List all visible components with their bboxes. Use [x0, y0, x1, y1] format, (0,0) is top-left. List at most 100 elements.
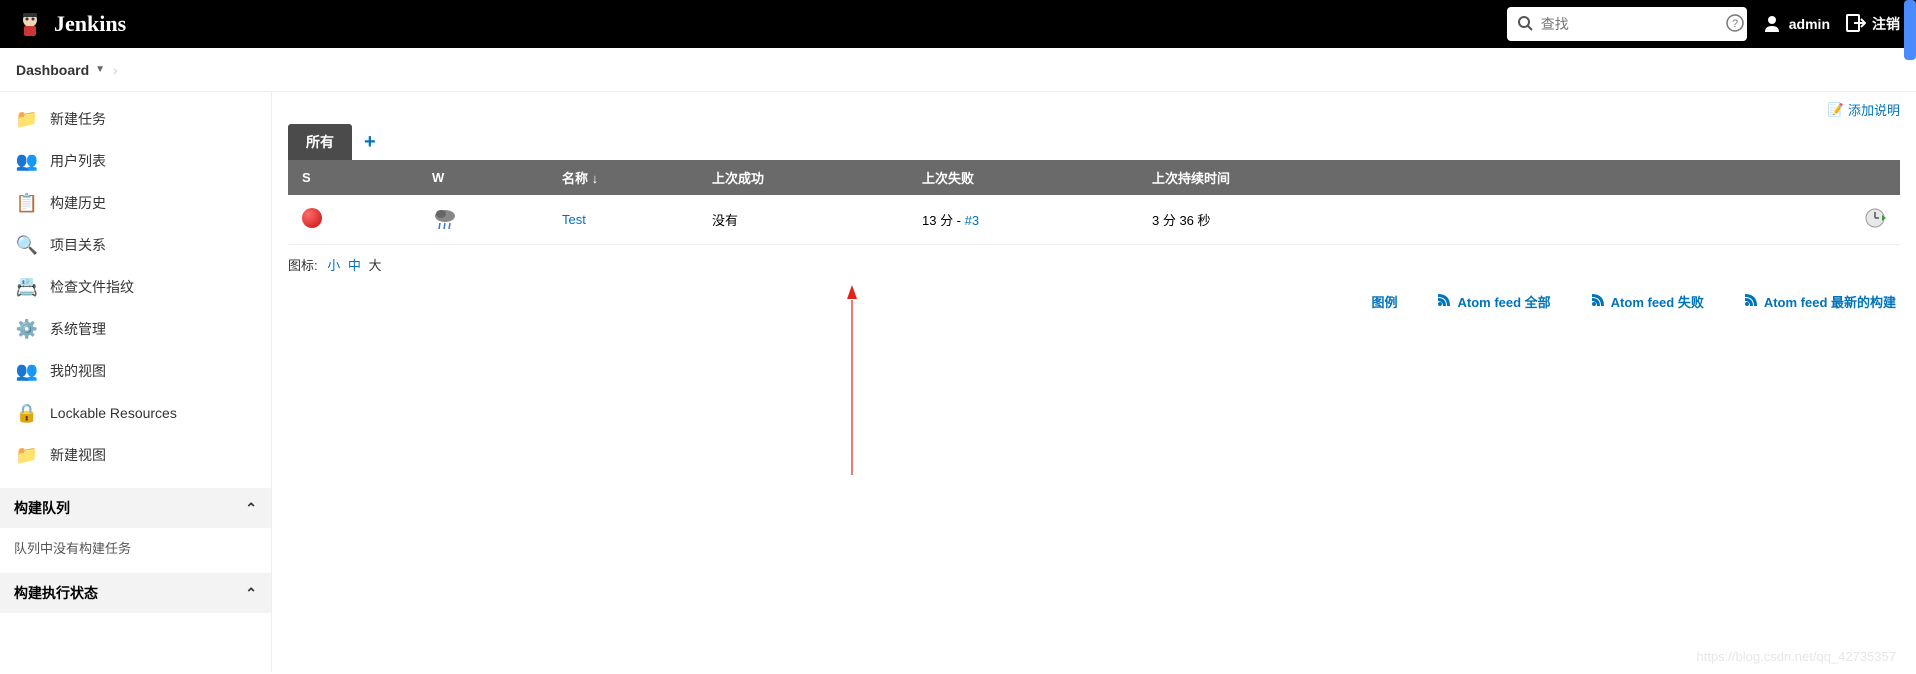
sidebar-item-project-relationship[interactable]: 🔍 项目关系	[0, 224, 271, 266]
edit-icon: 📝	[1828, 102, 1844, 118]
last-failure-build-link[interactable]: #3	[965, 213, 979, 228]
build-queue-section[interactable]: 构建队列 ⌃	[0, 488, 271, 528]
sidebar-item-new-view[interactable]: 📁 新建视图	[0, 434, 271, 476]
sidebar-item-fingerprint[interactable]: 📇 检查文件指纹	[0, 266, 271, 308]
logout-link[interactable]: 注销	[1846, 14, 1900, 35]
new-item-icon: 📁	[16, 108, 38, 130]
rss-icon	[1437, 293, 1451, 310]
sidebar-item-label: 新建视图	[50, 445, 106, 465]
weather-storm-icon	[432, 205, 458, 231]
svg-text:?: ?	[1732, 18, 1738, 30]
chevron-up-icon: ⌃	[245, 500, 257, 517]
executor-section[interactable]: 构建执行状态 ⌃	[0, 573, 271, 613]
sidebar-item-label: 用户列表	[50, 151, 106, 171]
last-success-value: 没有	[712, 213, 738, 228]
col-status[interactable]: S	[288, 160, 418, 195]
sidebar-item-label: 构建历史	[50, 193, 106, 213]
legend-label: 图例	[1371, 292, 1397, 311]
sidebar-item-new-item[interactable]: 📁 新建任务	[0, 98, 271, 140]
logout-icon	[1846, 14, 1866, 35]
sidebar-item-label: 我的视图	[50, 361, 106, 381]
logout-label: 注销	[1872, 14, 1900, 34]
help-icon[interactable]: ?	[1726, 14, 1744, 35]
tab-label: 所有	[306, 134, 334, 150]
col-name[interactable]: 名称 ↓	[548, 160, 698, 195]
relationship-icon: 🔍	[16, 234, 38, 256]
icon-size-small[interactable]: 小	[327, 258, 340, 273]
icon-size-medium[interactable]: 中	[348, 258, 361, 273]
scrollbar-thumb[interactable]	[1904, 0, 1916, 60]
col-last-failure[interactable]: 上次失败	[908, 160, 1138, 195]
sidebar-item-lockable[interactable]: 🔒 Lockable Resources	[0, 392, 271, 434]
build-queue-empty: 队列中没有构建任务	[0, 528, 271, 567]
breadcrumb-label: Dashboard	[16, 62, 89, 78]
jenkins-logo-icon	[16, 10, 44, 38]
sidebar-item-manage[interactable]: ⚙️ 系统管理	[0, 308, 271, 350]
schedule-build-icon[interactable]	[1864, 207, 1886, 229]
sidebar-item-people[interactable]: 👥 用户列表	[0, 140, 271, 182]
tab-all[interactable]: 所有	[288, 124, 352, 160]
job-name-link[interactable]: Test	[562, 212, 586, 227]
col-build	[1810, 160, 1900, 195]
logo-area[interactable]: Jenkins	[16, 10, 126, 38]
user-icon	[1763, 14, 1781, 35]
view-tabs: 所有 +	[288, 124, 1900, 160]
footer-links: 图例 Atom feed 全部 Atom feed 失败 Atom feed 最…	[288, 284, 1900, 319]
sidebar-item-my-views[interactable]: 👥 我的视图	[0, 350, 271, 392]
atom-fail-label: Atom feed 失败	[1611, 292, 1704, 311]
add-desc-label: 添加说明	[1848, 100, 1900, 119]
user-link[interactable]: admin	[1763, 14, 1830, 35]
icon-size-large: 大	[369, 258, 382, 273]
atom-latest-label: Atom feed 最新的构建	[1764, 292, 1896, 311]
header: Jenkins ? admin 注销	[0, 0, 1916, 48]
sidebar-item-label: 新建任务	[50, 109, 106, 129]
plus-icon: +	[364, 131, 376, 153]
atom-fail-link[interactable]: Atom feed 失败	[1591, 292, 1704, 311]
gear-icon: ⚙️	[16, 318, 38, 340]
rss-icon	[1744, 293, 1758, 310]
col-weather[interactable]: W	[418, 160, 548, 195]
status-ball-red-icon	[302, 208, 322, 228]
breadcrumbs: Dashboard ▼ ›	[0, 48, 1916, 92]
search-input[interactable]	[1541, 16, 1722, 32]
legend-link[interactable]: 图例	[1371, 292, 1397, 311]
last-failure-time: 13 分 -	[922, 213, 965, 228]
icon-size-label: 图标:	[288, 258, 318, 273]
breadcrumb-separator: ›	[113, 62, 118, 78]
watermark: https://blog.csdn.net/qq_42735357	[1697, 649, 1897, 664]
col-last-success[interactable]: 上次成功	[698, 160, 908, 195]
sidebar: 📁 新建任务 👥 用户列表 📋 构建历史 🔍 项目关系 📇 检查文件指纹 ⚙️ 系统管理 👥…	[0, 92, 272, 672]
table-row: Test 没有 13 分 - #3 3 分 36 秒	[288, 195, 1900, 245]
sidebar-item-label: 项目关系	[50, 235, 106, 255]
add-description-link[interactable]: 📝 添加说明	[1828, 100, 1900, 119]
logo-text: Jenkins	[54, 11, 126, 37]
icon-size-row: 图标: 小 中 大	[288, 245, 1900, 284]
fingerprint-icon: 📇	[16, 276, 38, 298]
atom-all-link[interactable]: Atom feed 全部	[1437, 292, 1550, 311]
atom-all-label: Atom feed 全部	[1457, 292, 1550, 311]
content: 📝 添加说明 所有 + S W 名称 ↓ 上次成功 上次失败 上次持续时间	[272, 92, 1916, 672]
sidebar-item-label: 检查文件指纹	[50, 277, 134, 297]
sidebar-item-label: 系统管理	[50, 319, 106, 339]
build-queue-title: 构建队列	[14, 498, 70, 518]
table-header: S W 名称 ↓ 上次成功 上次失败 上次持续时间	[288, 160, 1900, 195]
duration-value: 3 分 36 秒	[1152, 213, 1211, 228]
folder-icon: 📁	[16, 444, 38, 466]
caret-down-icon: ▼	[95, 64, 105, 75]
breadcrumb-item[interactable]: Dashboard ▼	[16, 62, 105, 78]
search-box[interactable]: ?	[1507, 7, 1747, 41]
sidebar-tasks: 📁 新建任务 👥 用户列表 📋 构建历史 🔍 项目关系 📇 检查文件指纹 ⚙️ 系统管理 👥…	[0, 92, 271, 482]
user-name: admin	[1789, 16, 1830, 32]
col-duration[interactable]: 上次持续时间	[1138, 160, 1810, 195]
history-icon: 📋	[16, 192, 38, 214]
tab-add[interactable]: +	[352, 131, 388, 154]
people-icon: 👥	[16, 150, 38, 172]
jobs-table: S W 名称 ↓ 上次成功 上次失败 上次持续时间 Test 没有 13 分 -…	[288, 160, 1900, 245]
atom-latest-link[interactable]: Atom feed 最新的构建	[1744, 292, 1896, 311]
executor-title: 构建执行状态	[14, 583, 98, 603]
search-icon	[1517, 15, 1533, 34]
my-views-icon: 👥	[16, 360, 38, 382]
sidebar-item-label: Lockable Resources	[50, 405, 177, 421]
lock-icon: 🔒	[16, 402, 38, 424]
sidebar-item-build-history[interactable]: 📋 构建历史	[0, 182, 271, 224]
